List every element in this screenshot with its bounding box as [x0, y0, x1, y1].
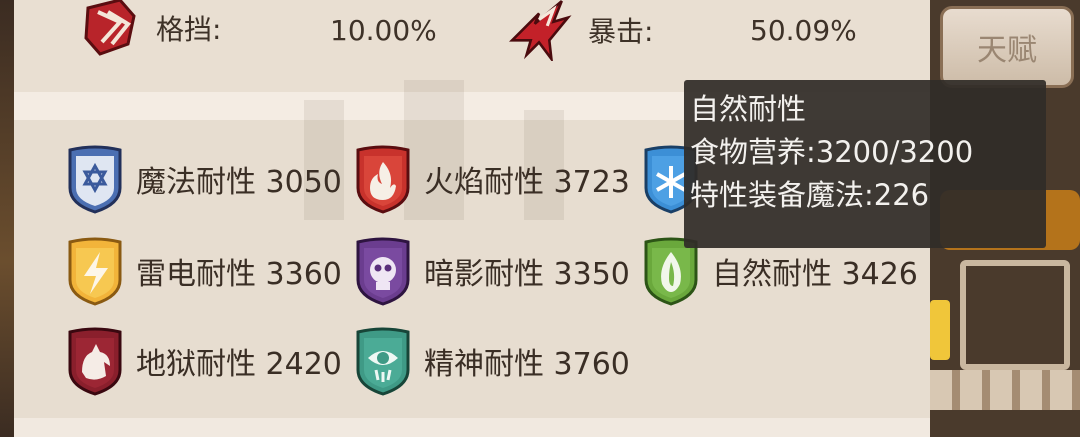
block-value: 10.00% [330, 14, 437, 47]
magic-shield-icon [68, 145, 122, 214]
resistance-spirit-label: 精神耐性 3760 [424, 347, 630, 382]
tab-talent[interactable]: 天赋 [940, 6, 1074, 88]
crit-label: 暴击: [588, 15, 654, 48]
tooltip-title: 自然耐性 [690, 92, 807, 126]
resistance-thunder[interactable]: 雷电耐性 3360 [66, 234, 342, 308]
background-left [0, 0, 14, 437]
block-stat: 格挡: [80, 0, 221, 56]
block-icon [84, 0, 136, 56]
resistance-magic-label: 魔法耐性 3050 [136, 165, 342, 200]
resistance-hell[interactable]: 地狱耐性 2420 [66, 324, 342, 398]
resistance-shadow-label: 暗影耐性 3350 [424, 257, 630, 292]
resistance-spirit[interactable]: 精神耐性 3760 [354, 324, 630, 398]
tooltip-trait-equipment-magic: 特性装备魔法:226 [690, 178, 930, 212]
resistance-thunder-label: 雷电耐性 3360 [136, 257, 342, 292]
spirit-shield-icon [356, 327, 410, 396]
resistance-fire-label: 火焰耐性 3723 [424, 165, 630, 200]
crit-value: 50.09% [750, 14, 857, 47]
fire-shield-icon [356, 145, 410, 214]
thunder-shield-icon [68, 237, 122, 306]
background-decoration-yellow [930, 300, 950, 360]
resistance-fire[interactable]: 火焰耐性 3723 [354, 142, 630, 216]
hell-shield-icon [68, 327, 122, 396]
resistance-shadow[interactable]: 暗影耐性 3350 [354, 234, 630, 308]
resistance-magic[interactable]: 魔法耐性 3050 [66, 142, 342, 216]
tab-talent-label: 天赋 [977, 33, 1037, 68]
background-frame [960, 260, 1070, 370]
block-label: 格挡: [156, 13, 222, 46]
tooltip-food-nutrition: 食物营养:3200/3200 [690, 135, 974, 169]
crit-icon [509, 0, 572, 61]
background-band [930, 370, 1080, 410]
crit-stat: 暴击: [506, 0, 654, 61]
resistance-nature-label: 自然耐性 3426 [712, 257, 918, 292]
shadow-shield-icon [356, 237, 410, 306]
nature-resistance-tooltip: 自然耐性 食物营养:3200/3200 特性装备魔法:226 [684, 80, 1046, 248]
panel-bottom-strip [14, 418, 930, 437]
resistance-hell-label: 地狱耐性 2420 [136, 347, 342, 382]
